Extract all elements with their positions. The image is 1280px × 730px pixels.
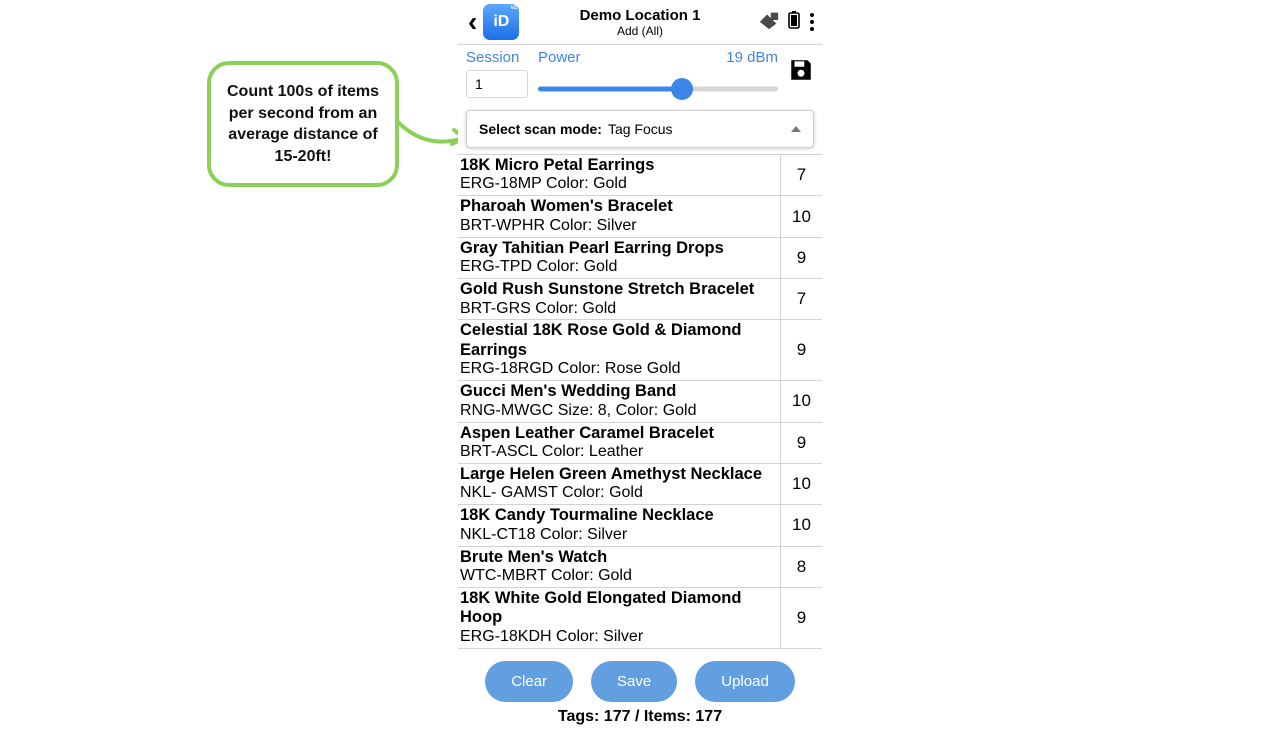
footer-buttons: Clear Save Upload bbox=[458, 649, 822, 708]
header-title-wrap: Demo Location 1 Add (All) bbox=[580, 7, 701, 38]
item-count: 8 bbox=[780, 547, 822, 587]
marketing-callout: Count 100s of items per second from an a… bbox=[207, 61, 399, 187]
list-item[interactable]: Brute Men's WatchWTC-MBRT Color: Gold8 bbox=[458, 547, 822, 588]
item-count: 7 bbox=[780, 279, 822, 319]
item-count: 10 bbox=[780, 505, 822, 545]
session-col: Session bbox=[466, 49, 528, 98]
scan-mode-dropdown[interactable]: Select scan mode: Tag Focus bbox=[466, 110, 814, 148]
item-name: Gray Tahitian Pearl Earring Drops bbox=[460, 239, 778, 258]
battery-icon bbox=[788, 11, 800, 34]
item-detail: ERG-TPD Color: Gold bbox=[460, 258, 778, 277]
item-detail: NKL-CT18 Color: Silver bbox=[460, 526, 778, 545]
chevron-up-icon bbox=[791, 126, 801, 132]
item-count: 7 bbox=[780, 155, 822, 195]
save-settings-button[interactable] bbox=[788, 57, 814, 88]
item-detail: BRT-GRS Color: Gold bbox=[460, 300, 778, 319]
list-item[interactable]: 18K Micro Petal EarringsERG-18MP Color: … bbox=[458, 155, 822, 196]
item-name: Aspen Leather Caramel Bracelet bbox=[460, 424, 778, 443]
item-name: Brute Men's Watch bbox=[460, 548, 778, 567]
item-detail: BRT-WPHR Color: Silver bbox=[460, 217, 778, 236]
item-count: 10 bbox=[780, 464, 822, 504]
list-item[interactable]: 18K White Gold Elongated Diamond HoopERG… bbox=[458, 588, 822, 649]
item-count: 10 bbox=[780, 381, 822, 421]
session-input[interactable] bbox=[466, 70, 528, 98]
summary-text: Tags: 177 / Items: 177 bbox=[458, 708, 822, 730]
session-label: Session bbox=[466, 49, 528, 66]
clear-button[interactable]: Clear bbox=[485, 661, 573, 702]
item-count: 10 bbox=[780, 196, 822, 236]
item-count: 9 bbox=[780, 588, 822, 648]
item-count: 9 bbox=[780, 320, 822, 380]
list-item[interactable]: 18K Candy Tourmaline NecklaceNKL-CT18 Co… bbox=[458, 505, 822, 546]
session-power-row: Session Power 19 dBm bbox=[458, 45, 822, 110]
item-count: 9 bbox=[780, 423, 822, 463]
back-button[interactable]: ‹ bbox=[464, 6, 481, 38]
item-name: Gucci Men's Wedding Band bbox=[460, 382, 778, 401]
list-item[interactable]: Celestial 18K Rose Gold & Diamond Earrin… bbox=[458, 320, 822, 381]
power-label: Power bbox=[538, 49, 581, 66]
power-col: Power 19 dBm bbox=[538, 49, 778, 104]
item-detail: ERG-18MP Color: Gold bbox=[460, 175, 778, 194]
item-detail: NKL- GAMST Color: Gold bbox=[460, 484, 778, 503]
slider-thumb[interactable] bbox=[671, 78, 693, 100]
item-detail: BRT-ASCL Color: Leather bbox=[460, 443, 778, 462]
item-name: 18K White Gold Elongated Diamond Hoop bbox=[460, 589, 778, 628]
item-count: 9 bbox=[780, 238, 822, 278]
power-value: 19 dBm bbox=[726, 49, 778, 66]
list-item[interactable]: Aspen Leather Caramel BraceletBRT-ASCL C… bbox=[458, 423, 822, 464]
item-name: 18K Candy Tourmaline Necklace bbox=[460, 506, 778, 525]
item-detail: ERG-18RGD Color: Rose Gold bbox=[460, 360, 778, 379]
item-name: Large Helen Green Amethyst Necklace bbox=[460, 465, 778, 484]
page-title: Demo Location 1 bbox=[580, 7, 701, 24]
list-item[interactable]: Gold Rush Sunstone Stretch BraceletBRT-G… bbox=[458, 279, 822, 320]
list-item[interactable]: Gucci Men's Wedding BandRNG-MWGC Size: 8… bbox=[458, 381, 822, 422]
app-logo: iD bbox=[483, 4, 519, 40]
logo-text: iD bbox=[493, 13, 509, 31]
app-screen: ‹ iD Demo Location 1 Add (All) Session P… bbox=[458, 0, 822, 720]
more-menu-icon[interactable] bbox=[808, 11, 816, 33]
upload-button[interactable]: Upload bbox=[695, 661, 795, 702]
scanner-icon[interactable] bbox=[758, 10, 780, 35]
item-list: 18K Micro Petal EarringsERG-18MP Color: … bbox=[458, 154, 822, 649]
list-item[interactable]: Pharoah Women's BraceletBRT-WPHR Color: … bbox=[458, 196, 822, 237]
power-slider[interactable] bbox=[538, 74, 778, 104]
item-detail: WTC-MBRT Color: Gold bbox=[460, 567, 778, 586]
item-name: Pharoah Women's Bracelet bbox=[460, 197, 778, 216]
list-item[interactable]: Gray Tahitian Pearl Earring DropsERG-TPD… bbox=[458, 238, 822, 279]
item-name: 18K Micro Petal Earrings bbox=[460, 156, 778, 175]
scan-mode-value: Tag Focus bbox=[608, 121, 673, 137]
item-name: Gold Rush Sunstone Stretch Bracelet bbox=[460, 280, 778, 299]
scan-mode-label: Select scan mode: bbox=[479, 121, 602, 137]
item-detail: ERG-18KDH Color: Silver bbox=[460, 628, 778, 647]
page-subtitle: Add (All) bbox=[580, 24, 701, 38]
callout-text: Count 100s of items per second from an a… bbox=[227, 83, 379, 165]
item-name: Celestial 18K Rose Gold & Diamond Earrin… bbox=[460, 321, 778, 360]
header: ‹ iD Demo Location 1 Add (All) bbox=[458, 0, 822, 42]
save-button[interactable]: Save bbox=[591, 661, 677, 702]
item-detail: RNG-MWGC Size: 8, Color: Gold bbox=[460, 402, 778, 421]
list-item[interactable]: Large Helen Green Amethyst NecklaceNKL- … bbox=[458, 464, 822, 505]
